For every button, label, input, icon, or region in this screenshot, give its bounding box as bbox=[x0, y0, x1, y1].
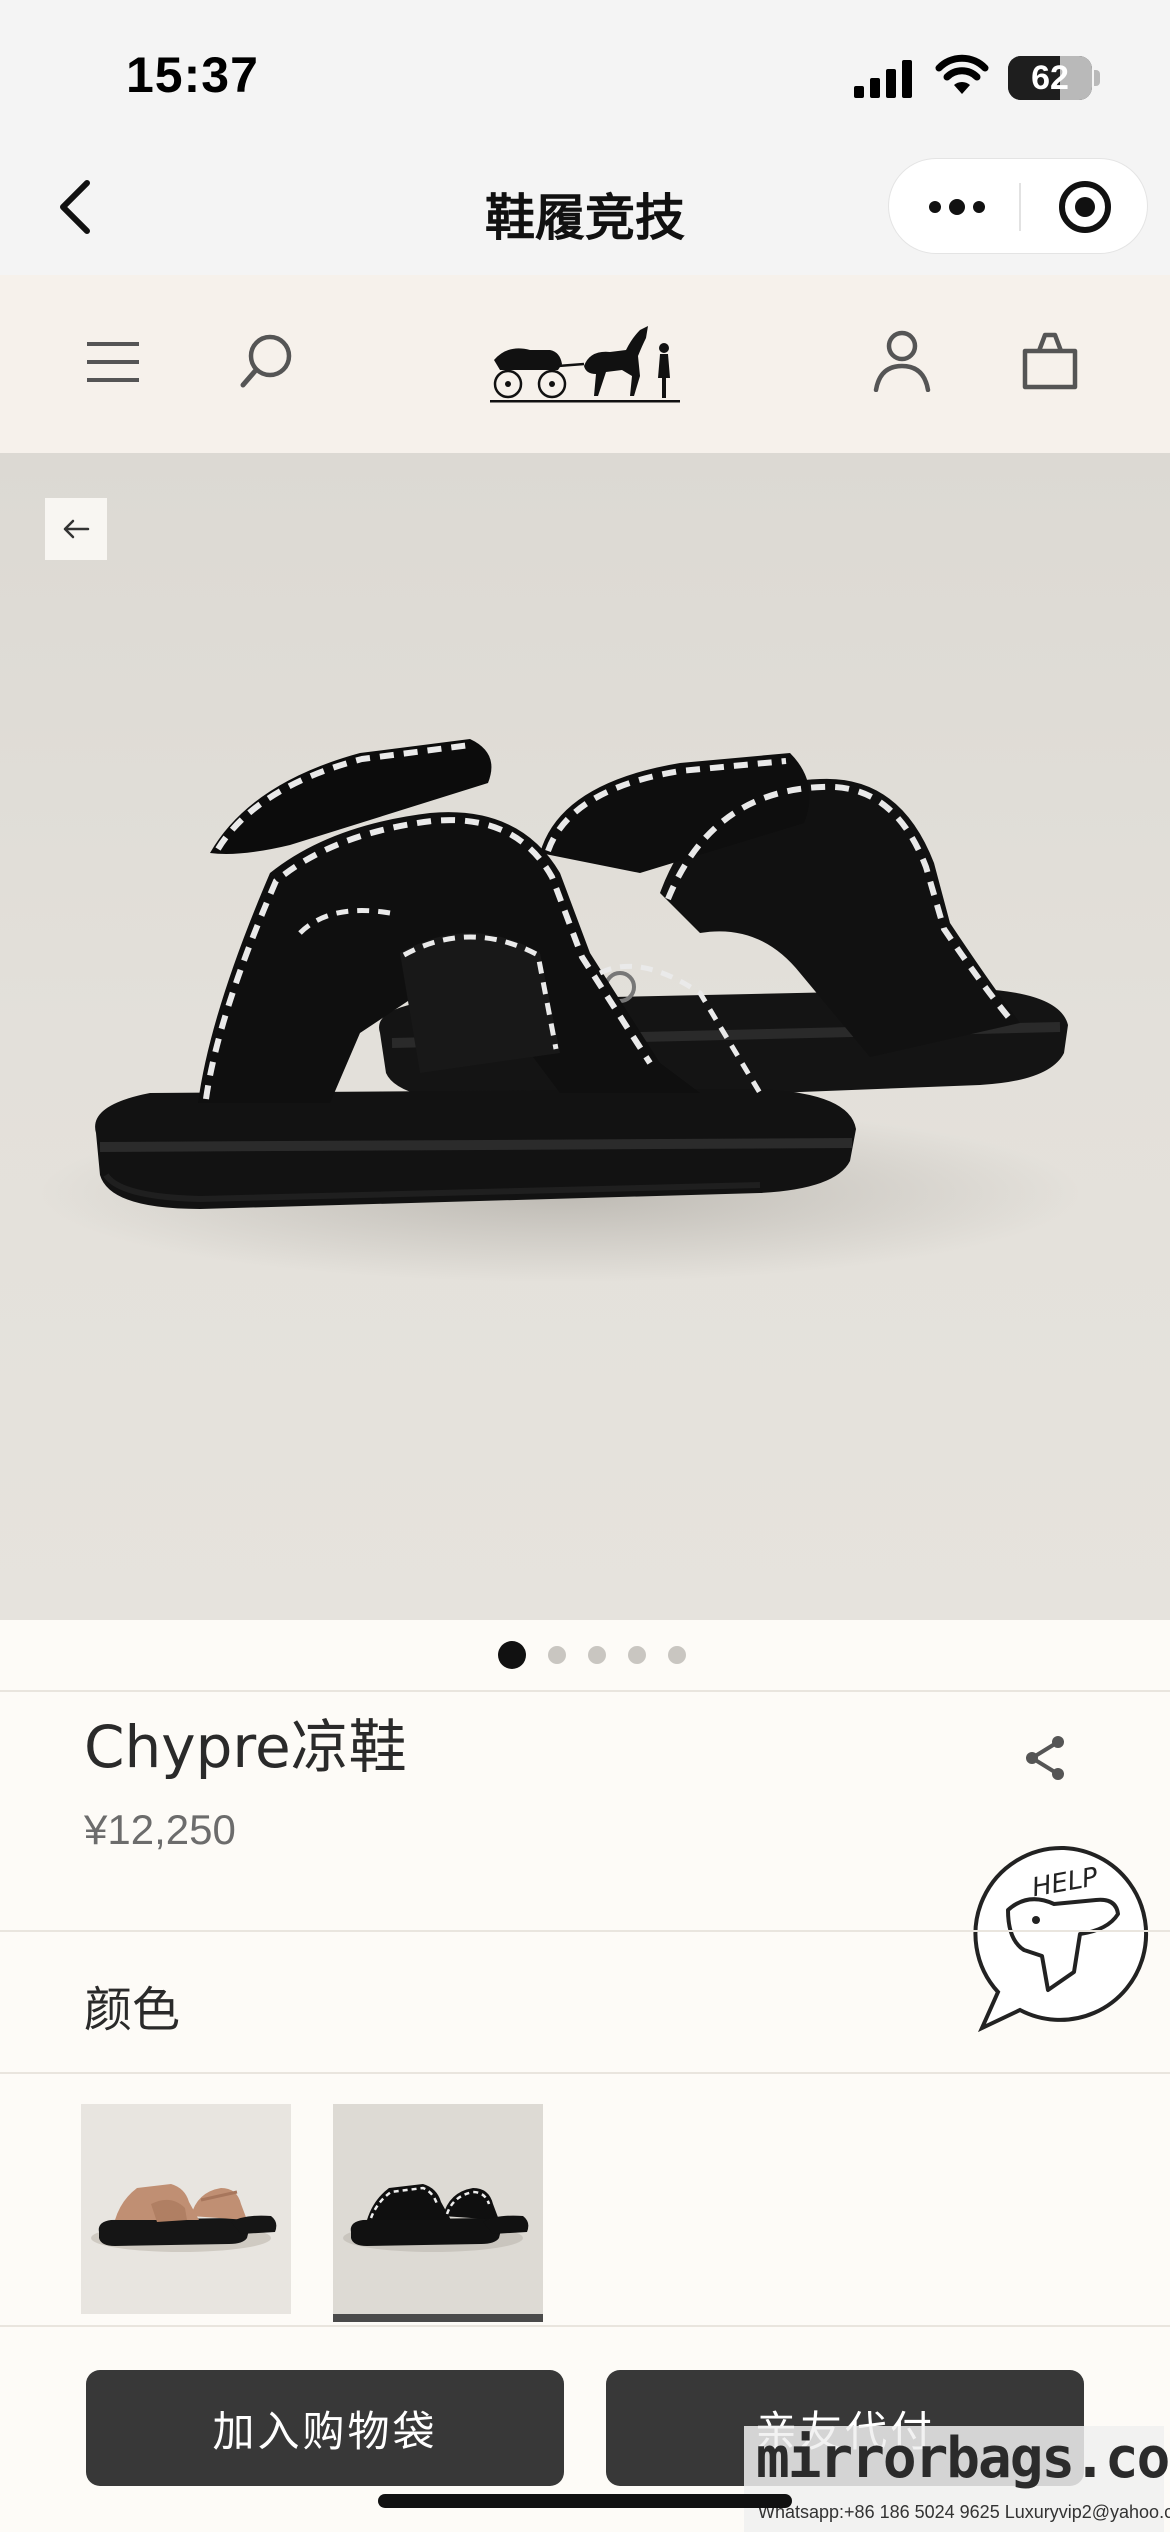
brand-logo[interactable] bbox=[488, 311, 682, 411]
hamburger-icon bbox=[87, 342, 139, 382]
shopping-bag-icon bbox=[1022, 332, 1078, 390]
sandal-thumbnail bbox=[91, 2184, 277, 2252]
watermark-text: mirrorbags.com bbox=[756, 2426, 1170, 2491]
more-button[interactable] bbox=[919, 177, 995, 237]
product-price: ¥12,250 bbox=[84, 1806, 236, 1853]
carousel-indicator[interactable] bbox=[0, 1620, 1170, 1690]
account-button[interactable] bbox=[868, 325, 936, 395]
carousel-dot[interactable] bbox=[668, 1646, 686, 1664]
capsule-menu bbox=[888, 158, 1148, 254]
search-button[interactable] bbox=[234, 329, 298, 393]
sandal-thumbnail bbox=[343, 2184, 529, 2252]
divider bbox=[0, 2325, 1170, 2327]
battery-level: 62 bbox=[1031, 59, 1069, 97]
shopping-bag-button[interactable] bbox=[1016, 325, 1084, 395]
more-icon bbox=[929, 201, 941, 213]
color-label: 颜色 bbox=[84, 1982, 181, 2038]
share-icon[interactable] bbox=[1018, 1730, 1074, 1786]
signal-icon bbox=[854, 60, 912, 98]
carousel-dot[interactable] bbox=[628, 1646, 646, 1664]
divider bbox=[0, 2072, 1170, 2074]
carriage-logo-icon bbox=[490, 326, 680, 403]
sandals-image bbox=[40, 739, 1080, 1283]
home-indicator[interactable] bbox=[378, 2494, 792, 2508]
product-name: Chypre凉鞋 bbox=[84, 1713, 407, 1781]
add-to-bag-button[interactable]: 加入购物袋 bbox=[86, 2370, 564, 2486]
close-miniprogram-button[interactable] bbox=[1055, 177, 1115, 237]
search-icon bbox=[240, 334, 292, 388]
product-image-carousel[interactable] bbox=[0, 453, 1170, 1620]
menu-button[interactable] bbox=[82, 331, 144, 393]
mini-program-header: 鞋履竞技 bbox=[0, 150, 1170, 275]
status-time: 15:37 bbox=[126, 47, 259, 103]
color-swatch-black[interactable] bbox=[333, 2104, 543, 2314]
watermark: mirrorbags.com Whatsapp:+86 186 5024 962… bbox=[744, 2426, 1170, 2532]
watermark-contact: Whatsapp:+86 186 5024 9625 Luxuryvip2@ya… bbox=[758, 2502, 1170, 2522]
carousel-dot[interactable] bbox=[588, 1646, 606, 1664]
capsule-divider bbox=[1019, 183, 1021, 231]
divider bbox=[0, 1930, 1170, 1932]
color-swatch-natural[interactable] bbox=[81, 2104, 291, 2314]
status-bar: 15:37 62 bbox=[0, 0, 1170, 150]
carousel-dot[interactable] bbox=[498, 1641, 526, 1669]
carousel-dot[interactable] bbox=[548, 1646, 566, 1664]
help-chat-button[interactable]: HELP bbox=[968, 1840, 1160, 2032]
selected-swatch-indicator bbox=[333, 2314, 543, 2322]
user-icon bbox=[873, 330, 931, 392]
site-nav bbox=[0, 275, 1170, 453]
wifi-icon bbox=[935, 54, 989, 94]
battery-icon: 62 bbox=[1008, 56, 1092, 100]
divider bbox=[0, 1690, 1170, 1692]
